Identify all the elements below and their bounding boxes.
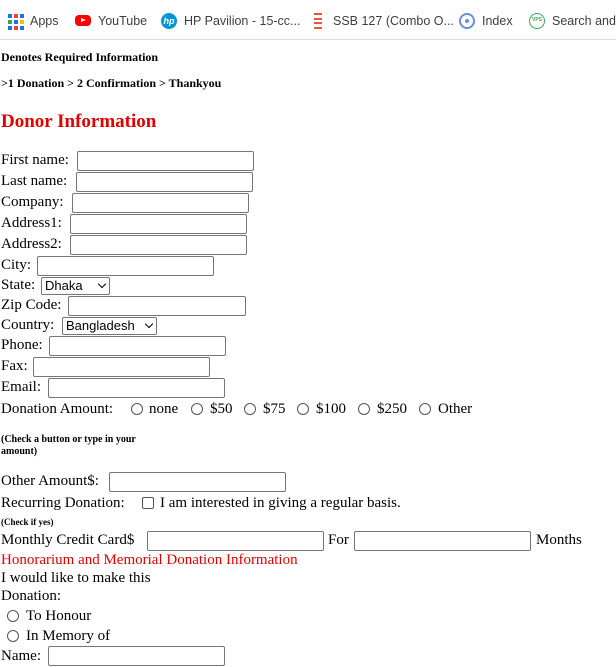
bookmark-label: YouTube [98,14,148,28]
amount-radio-50[interactable] [191,403,203,415]
zip-label: Zip Code: [1,297,62,313]
amount-radio-none[interactable] [131,403,143,415]
bookmark-label: HP Pavilion - 15-cc... [184,14,301,28]
address1-label: Address1: [1,215,62,231]
amount-radio-100[interactable] [297,403,309,415]
chevron-down-icon [97,279,107,289]
phone-label: Phone: [1,337,43,353]
chevron-down-icon [144,319,154,329]
other-amount-label: Other Amount$: [1,473,99,489]
amount-option-250: $250 [377,401,407,417]
bookmark-apps[interactable]: Apps [7,12,63,30]
state-label: State: [1,277,36,293]
zip-input[interactable] [68,296,246,316]
recurring-option-text: I am interested in giving a regular basi… [160,495,401,511]
vps-icon: VPS [529,13,545,29]
youtube-icon [75,15,91,26]
would-like-line1: I would like to make this [1,570,151,586]
other-amount-input[interactable] [109,472,286,492]
required-note: Denotes Required Information [1,50,159,64]
amount-radio-250[interactable] [358,403,370,415]
to-honour-radio[interactable] [7,610,19,622]
apps-grid-icon [7,13,24,30]
amount-option-100: $100 [316,401,346,417]
address2-label: Address2: [1,236,62,252]
bookmarks-bar: Apps YouTube hp HP Pavilion - 15-cc... S… [0,0,616,40]
company-input[interactable] [72,193,249,213]
amount-option-50: $50 [210,401,233,417]
bookmark-ssb[interactable]: SSB 127 (Combo O... [310,12,454,30]
state-select[interactable]: Dhaka [41,277,110,295]
monthly-cc-label: Monthly Credit Card$ [1,532,135,548]
email-label: Email: [1,379,41,395]
country-label: Country: [1,317,55,333]
name-label: Name: [1,648,41,664]
monthly-cc-input[interactable] [147,531,324,551]
bookmark-index[interactable]: Index [459,12,519,30]
city-input[interactable] [37,256,214,276]
index-icon [459,13,475,29]
to-honour-label: To Honour [26,608,92,624]
address1-input[interactable] [70,214,247,234]
fax-label: Fax: [1,358,28,374]
company-label: Company: [1,194,64,210]
hp-icon: hp [161,13,177,29]
amount-option-75: $75 [263,401,286,417]
bookmark-label: Index [482,14,513,28]
amount-option-other: Other [438,401,473,417]
amount-radio-other[interactable] [419,403,431,415]
last-name-input[interactable] [76,172,253,192]
city-label: City: [1,257,32,273]
months-label: Months [536,532,582,548]
address2-input[interactable] [70,235,247,255]
amount-option-none: none [149,401,179,417]
amount-radio-75[interactable] [244,403,256,415]
honorarium-title: Honorarium and Memorial Donation Informa… [1,552,298,568]
check-hint: (Check a button or type in your amount) [1,434,136,457]
bookmark-youtube[interactable]: YouTube [75,12,149,30]
last-name-label: Last name: [1,173,68,189]
state-selected-value: Dhaka [45,278,83,293]
recurring-checkbox[interactable] [142,497,154,509]
months-input[interactable] [354,531,531,551]
in-memory-radio[interactable] [7,630,19,642]
ssb-icon [310,13,326,29]
phone-input[interactable] [49,336,226,356]
page-title: Donor Information [1,111,157,132]
country-selected-value: Bangladesh [66,318,135,333]
step-breadcrumb: >1 Donation > 2 Confirmation > Thankyou [1,76,222,90]
bookmark-label: Search and I [552,14,616,28]
donation-amount-label: Donation Amount: [1,401,114,417]
recurring-label: Recurring Donation: [1,495,125,511]
country-select[interactable]: Bangladesh [62,317,157,335]
for-label: For [328,532,349,548]
would-like-line2: Donation: [1,588,61,604]
in-memory-label: In Memory of [26,628,111,644]
bookmark-search[interactable]: VPS Search and I [529,12,616,30]
bookmark-label: Apps [30,14,59,28]
bookmark-label: SSB 127 (Combo O... [333,14,454,28]
fax-input[interactable] [33,357,210,377]
bookmark-hp-pavilion[interactable]: hp HP Pavilion - 15-cc... [161,12,301,30]
first-name-label: First name: [1,152,69,168]
email-input[interactable] [48,378,225,398]
name-input[interactable] [48,646,225,666]
check-if-yes-hint: (Check if yes) [1,517,54,527]
first-name-input[interactable] [77,151,254,171]
